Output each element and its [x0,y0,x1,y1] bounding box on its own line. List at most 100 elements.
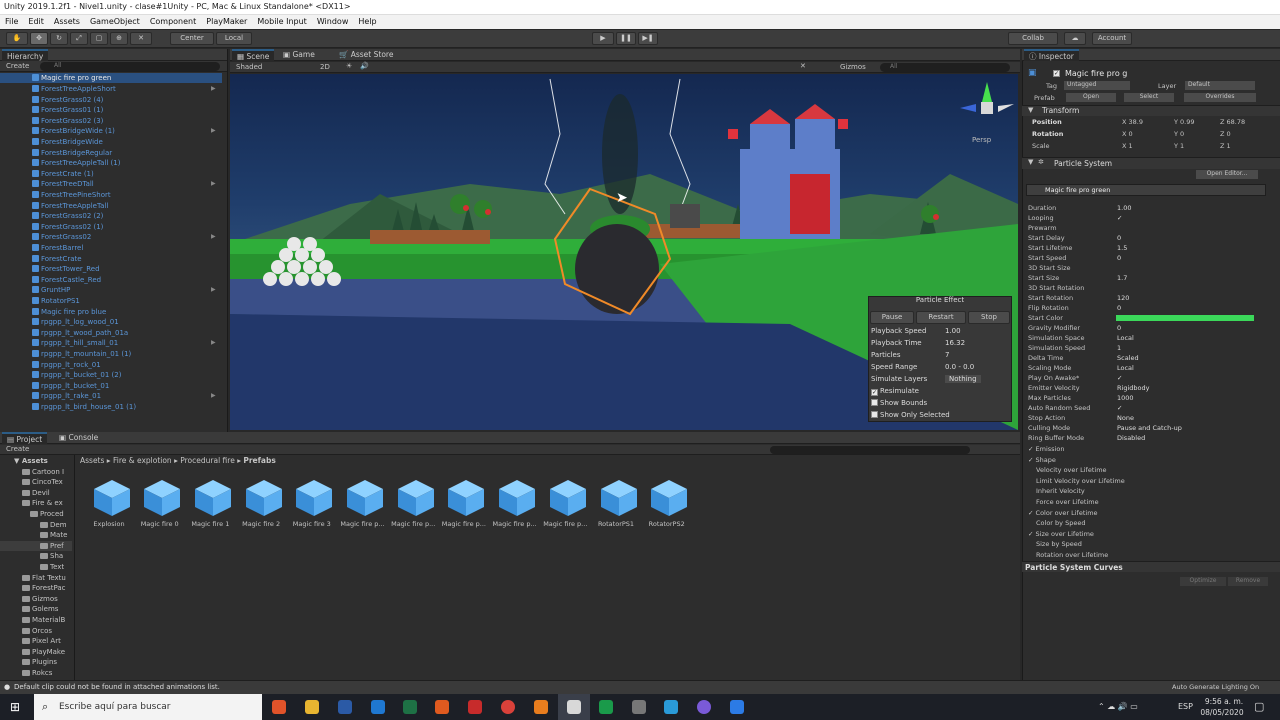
project-folder[interactable]: Flat Textu [22,574,66,582]
ps-prop-value[interactable]: Local [1117,334,1134,342]
windows-start-icon[interactable]: ⊞ [10,700,20,714]
folder-assets[interactable]: ▼ Assets [14,457,48,465]
hierarchy-item[interactable]: ForestGrass01 (1) [32,106,103,114]
scale-x-field[interactable]: X 1 [1122,142,1133,150]
pe-playback-time-field[interactable]: 16.32 [945,339,965,347]
pe-playback-speed-field[interactable]: 1.00 [945,327,961,335]
expand-arrow-icon[interactable]: ▶ [211,392,216,399]
ps-prop-value[interactable]: Rigidbody [1117,384,1149,392]
expand-arrow-icon[interactable]: ▶ [211,286,216,293]
hierarchy-item[interactable]: RotatorPS1 [32,297,80,305]
expand-arrow-icon[interactable]: ▶ [211,339,216,346]
ps-main-module-header[interactable]: Magic fire pro green [1026,184,1266,196]
tab-hierarchy[interactable]: Hierarchy [2,49,49,61]
collab-button[interactable]: Collab [1008,32,1058,45]
hierarchy-item[interactable]: GruntHP [32,286,70,294]
optimize-button[interactable]: Optimize [1180,577,1226,586]
module-color-over-lifetime[interactable]: ✓ Color over Lifetime [1028,509,1098,517]
hierarchy-item[interactable]: ForestGrass02 (1) [32,222,103,231]
hierarchy-item[interactable]: ForestGrass02 [32,233,91,241]
tab-console[interactable]: ▣ Console [54,432,103,444]
module-check[interactable]: ✓ [1028,530,1033,538]
module-color-by-speed[interactable]: Color by Speed [1036,519,1085,527]
app-icon[interactable] [435,700,449,714]
pe-show-only-selected-checkbox[interactable]: Show Only Selected [871,411,950,419]
audio-toggle-icon[interactable]: 🔊 [360,62,369,70]
lighting-toggle-icon[interactable]: ☀ [346,62,352,70]
ps-prop-value[interactable]: 1.7 [1117,274,1127,282]
project-folder[interactable]: Gizmos [22,595,58,603]
asset-item[interactable]: Magic fire p... [439,478,489,528]
hand-tool-button[interactable]: ✋ [6,32,28,45]
hierarchy-item[interactable]: ForestBridgeWide (1) [32,127,115,135]
ps-prop-value[interactable]: 0 [1117,324,1121,332]
hierarchy-item[interactable]: ForestCrate [32,254,82,263]
particle-system-header[interactable]: ▼ ✲ Particle System [1022,157,1280,169]
module-emission[interactable]: ✓ Emission [1028,445,1064,453]
menu-window[interactable]: Window [312,15,354,26]
pe-pause-button[interactable]: Pause [870,311,914,324]
scale-y-field[interactable]: Y 1 [1174,142,1184,150]
ps-prop-value[interactable]: ✓ [1117,214,1122,222]
pe-show-bounds-checkbox[interactable]: Show Bounds [871,399,927,407]
project-create-button[interactable]: Create [6,445,29,453]
app-icon[interactable] [697,700,711,714]
project-folder[interactable]: Plugins [22,658,57,666]
shading-mode-dropdown[interactable]: Shaded [236,63,262,71]
hierarchy-item[interactable]: rpgpp_lt_bird_house_01 (1) [32,403,136,411]
pe-stop-button[interactable]: Stop [968,311,1010,324]
hierarchy-item[interactable]: ForestCastle_Red [32,275,101,284]
hierarchy-item[interactable]: ForestTreeAppleTall [32,201,108,210]
hierarchy-item[interactable]: rpgpp_lt_mountain_01 (1) [32,350,131,358]
open-editor-button[interactable]: Open Editor... [1196,170,1258,179]
ps-prop-value[interactable]: 120 [1117,294,1129,302]
hierarchy-item[interactable]: rpgpp_lt_bucket_01 (2) [32,371,121,379]
project-folder[interactable]: Fire & ex [22,499,63,507]
hierarchy-item[interactable]: ForestBridgeRegular [32,148,112,157]
ps-prop-value[interactable]: 0 [1117,254,1121,262]
ps-prop-value[interactable]: Pause and Catch-up [1117,424,1182,432]
pe-resimulate-checkbox[interactable]: ✓ Resimulate [871,387,919,396]
custom-tool-button[interactable]: ✕ [130,32,152,45]
scene-gizmo[interactable] [960,82,1014,114]
module-size-by-speed[interactable]: Size by Speed [1036,540,1082,548]
notification-icon[interactable]: ▢ [1254,700,1264,713]
excel-icon[interactable] [403,700,417,714]
ps-prop-value[interactable]: 0 [1117,304,1121,312]
prefab-overrides-dropdown[interactable]: Overrides [1184,93,1256,102]
expand-arrow-icon[interactable]: ▶ [211,85,216,92]
clock-date[interactable]: 08/05/2020 [1200,708,1244,717]
position-z-field[interactable]: Z 68.78 [1220,118,1245,126]
tab-scene[interactable]: ▦ Scene [232,49,275,61]
ps-prop-value[interactable]: Local [1117,364,1134,372]
ps-prop-value[interactable]: Disabled [1117,434,1145,442]
hierarchy-item[interactable]: ForestBarrel [32,244,83,252]
module-velocity-over-lifetime[interactable]: Velocity over Lifetime [1036,466,1107,474]
hierarchy-item[interactable]: ForestGrass02 (2) [32,212,103,220]
menu-gameobject[interactable]: GameObject [85,15,145,26]
hierarchy-item[interactable]: ForestTreeDTall [32,180,94,188]
rotate-tool-button[interactable]: ↻ [50,32,68,45]
transform-header[interactable]: ▼ Transform [1022,105,1280,116]
position-x-field[interactable]: X 38.9 [1122,118,1143,126]
module-check[interactable]: ✓ [1028,456,1033,464]
asset-item[interactable]: Magic fire p... [388,478,438,528]
hierarchy-item[interactable]: ForestTreePineShort [32,191,111,199]
firefox-icon[interactable] [272,700,286,714]
menu-help[interactable]: Help [353,15,381,26]
scale-tool-button[interactable]: ⤢ [70,32,88,45]
position-y-field[interactable]: Y 0.99 [1174,118,1195,126]
blender-icon[interactable] [534,700,548,714]
edge-icon[interactable] [371,700,385,714]
project-folder[interactable]: Mate [40,531,67,539]
ps-prop-value[interactable]: 0 [1117,234,1121,242]
asset-item[interactable]: Magic fire 1 [185,478,235,528]
menu-mobile-input[interactable]: Mobile Input [252,15,312,26]
project-folder[interactable]: Golems [22,605,58,613]
ps-prop-value[interactable]: Scaled [1117,354,1139,362]
tab-game[interactable]: ▣ Game [278,49,320,61]
module-inherit-velocity[interactable]: Inherit Velocity [1036,487,1085,495]
expand-arrow-icon[interactable]: ▶ [211,180,216,187]
play-button[interactable]: ▶ [592,32,614,45]
asset-item[interactable]: RotatorPS1 [591,478,641,528]
